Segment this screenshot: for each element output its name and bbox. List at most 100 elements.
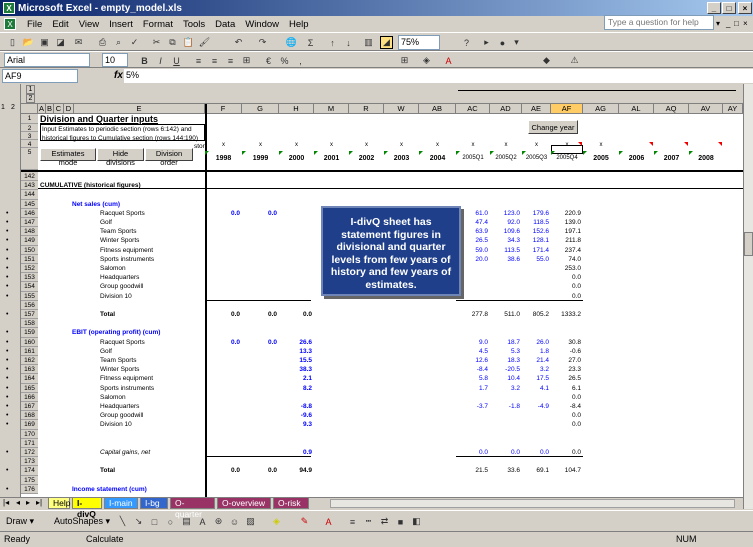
sheet-tab-i-main[interactable]: I-main (104, 498, 138, 509)
cell-ad-148[interactable]: 109.6 (490, 227, 522, 236)
cell-ae-174[interactable]: 69.1 (522, 466, 551, 475)
zoom-select[interactable]: 75% (398, 35, 440, 50)
cell-f-146[interactable]: 0.0 (205, 209, 242, 218)
outline-dot[interactable]: • (6, 347, 8, 356)
font-size-select[interactable]: 10 (102, 53, 128, 67)
cell-af-154[interactable]: 0.0 (551, 282, 583, 291)
cell-af-146[interactable]: 220.9 (551, 209, 583, 218)
cell-ae-157[interactable]: 805.2 (522, 310, 551, 319)
sheet-tab-i-divq[interactable]: I-divQ (72, 498, 102, 519)
cell-ac-157[interactable]: 277.8 (456, 310, 490, 319)
permission-icon[interactable]: ◪ (54, 36, 67, 49)
email-icon[interactable]: ✉ (72, 36, 85, 49)
comment-marker[interactable] (578, 142, 582, 146)
row-header[interactable]: 166 (21, 392, 38, 402)
outline-dot[interactable]: • (6, 393, 8, 402)
outline-dot[interactable]: • (6, 264, 8, 273)
cell-ad-174[interactable]: 33.6 (490, 466, 522, 475)
rectangle-icon[interactable]: □ (148, 515, 161, 528)
cell-ac-149[interactable]: 26.5 (456, 236, 490, 245)
col-header-f[interactable]: F (205, 104, 242, 114)
cell-ae-146[interactable]: 179.6 (522, 209, 551, 218)
cell-h-163[interactable]: 38.3 (279, 365, 314, 374)
cell-ad-162[interactable]: 18.3 (490, 356, 522, 365)
row-header[interactable]: 150 (21, 245, 38, 255)
col-header-aq[interactable]: AQ (654, 104, 689, 114)
formula-input[interactable]: 5% (124, 69, 753, 83)
hyperlink-icon[interactable]: 🌐 (285, 36, 298, 49)
cell-af-174[interactable]: 104.7 (551, 466, 583, 475)
row-header[interactable]: 145 (21, 199, 38, 209)
tab-first-icon[interactable]: |◂ (3, 498, 9, 507)
outline-dot[interactable]: • (6, 365, 8, 374)
cell-h-174[interactable]: 94.9 (279, 466, 314, 475)
cell-ae-162[interactable]: 21.4 (522, 356, 551, 365)
menu-edit[interactable]: Edit (47, 19, 73, 30)
outline-dot[interactable]: • (6, 356, 8, 365)
menu-data[interactable]: Data (210, 19, 240, 30)
row-header-3[interactable]: 3 (21, 132, 38, 140)
cell-ac-150[interactable]: 59.0 (456, 246, 490, 255)
row-header[interactable]: 169 (21, 420, 38, 430)
cell-af-169[interactable]: 0.0 (551, 420, 583, 429)
align-center-icon[interactable]: ≡ (208, 54, 221, 67)
cell-h-161[interactable]: 13.3 (279, 347, 314, 356)
row-header[interactable]: 173 (21, 457, 38, 467)
col-header-e[interactable]: E (74, 104, 205, 114)
cell-ae-150[interactable]: 171.4 (522, 246, 551, 255)
col-header-ag[interactable]: AG (583, 104, 619, 114)
cell-ac-146[interactable]: 61.0 (456, 209, 490, 218)
col-level-2-button[interactable]: 2 (26, 94, 35, 103)
undo-icon[interactable]: ↶ (232, 36, 245, 49)
row-header[interactable]: 149 (21, 236, 38, 246)
row-header[interactable]: 151 (21, 254, 38, 264)
cell-ad-157[interactable]: 511.0 (490, 310, 522, 319)
cell-ae-163[interactable]: 3.2 (522, 365, 551, 374)
cell-ac-148[interactable]: 63.9 (456, 227, 490, 236)
cell-af-157[interactable]: 1333.2 (551, 310, 583, 319)
align-right-icon[interactable]: ≡ (224, 54, 237, 67)
font-color-icon[interactable]: A (442, 54, 455, 67)
borders-icon[interactable]: ⊞ (398, 54, 411, 67)
menu-insert[interactable]: Insert (104, 19, 138, 30)
cell-af-153[interactable]: 0.0 (551, 273, 583, 282)
textbox-icon[interactable]: ▤ (180, 515, 193, 528)
sheet-tab-o-quarter[interactable]: O-quarter (170, 498, 215, 519)
close-button[interactable]: × (738, 2, 752, 14)
cell-ac-162[interactable]: 12.6 (456, 356, 490, 365)
italic-icon[interactable]: I (154, 54, 167, 67)
cell-af-164[interactable]: 26.5 (551, 374, 583, 383)
row-header[interactable]: 164 (21, 374, 38, 384)
outline-dot[interactable]: • (6, 448, 8, 457)
cell-af-160[interactable]: 30.8 (551, 338, 583, 347)
special-icon[interactable]: ◆ (540, 54, 553, 67)
chart-wizard-icon[interactable]: ▥ (362, 36, 375, 49)
doc-minimize-button[interactable]: _ (726, 19, 730, 28)
underline-icon[interactable]: U (170, 54, 183, 67)
percent-icon[interactable]: % (278, 54, 291, 67)
outline-dot[interactable]: • (6, 209, 8, 218)
line-icon[interactable]: ╲ (116, 515, 129, 528)
dot-icon[interactable]: ● (496, 36, 509, 49)
outline-dot[interactable]: • (6, 218, 8, 227)
cell-g-157[interactable]: 0.0 (242, 310, 279, 319)
row-header[interactable]: 176 (21, 484, 38, 494)
row-header-4[interactable]: 4 (21, 140, 38, 148)
col-header-ab[interactable]: AB (419, 104, 456, 114)
row-header[interactable]: 144 (21, 190, 38, 200)
row-header[interactable]: 165 (21, 383, 38, 393)
cell-ae-164[interactable]: 17.5 (522, 374, 551, 383)
merge-icon[interactable]: ⊞ (240, 54, 253, 67)
cell-ac-160[interactable]: 9.0 (456, 338, 490, 347)
tab-next-icon[interactable]: ▸ (26, 498, 30, 507)
fill-color-icon[interactable]: ◈ (420, 54, 433, 67)
save-icon[interactable]: ▣ (38, 36, 51, 49)
cell-ac-164[interactable]: 5.8 (456, 374, 490, 383)
division-order-button[interactable]: Division order (145, 148, 193, 167)
cell-ae-167[interactable]: -4.9 (522, 402, 551, 411)
doc-close-button[interactable]: × (743, 19, 748, 28)
cell-af-151[interactable]: 74.0 (551, 255, 583, 264)
cell-af-166[interactable]: 0.0 (551, 393, 583, 402)
cell-ac-165[interactable]: 1.7 (456, 384, 490, 393)
row-header[interactable]: 159 (21, 328, 38, 338)
